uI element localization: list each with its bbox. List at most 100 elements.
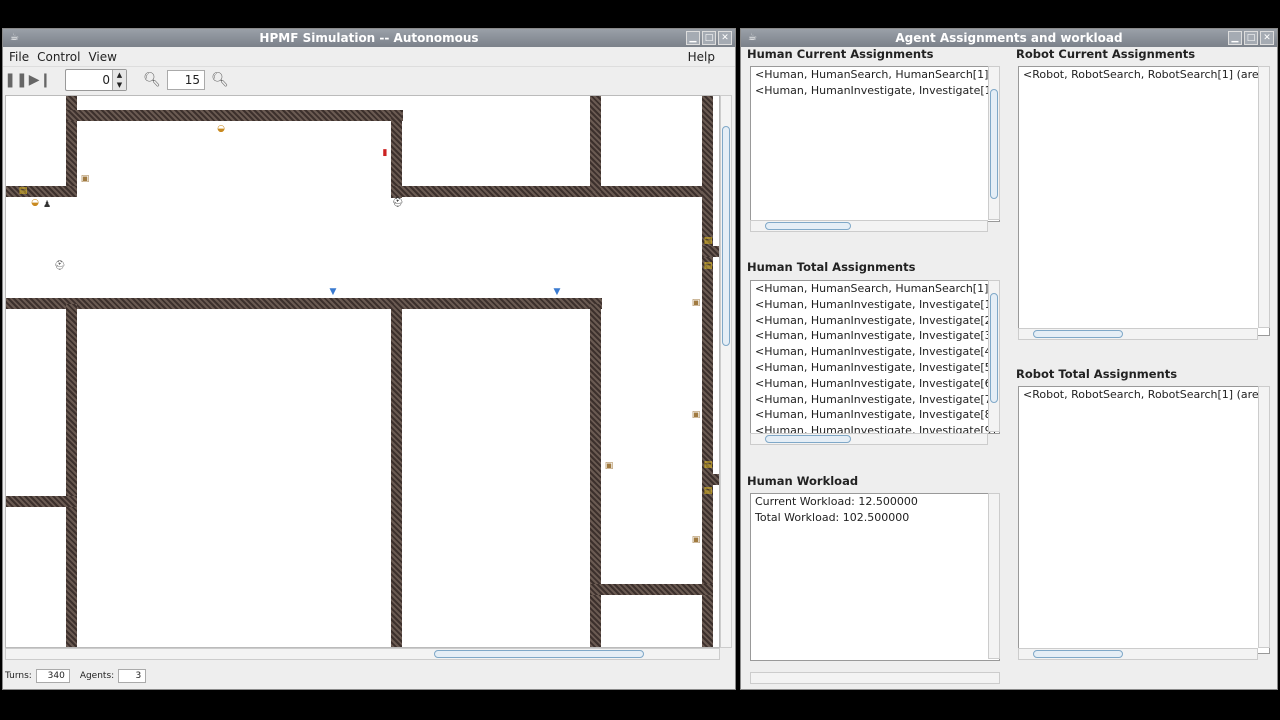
marker-icon[interactable]: ▤ [703, 460, 713, 470]
robot-agent-icon[interactable]: ⛑ [392, 198, 403, 208]
total-workload: Total Workload: 102.500000 [755, 510, 910, 524]
human-current-title: Human Current Assignments [747, 47, 934, 61]
map-vertical-scrollbar[interactable] [720, 95, 732, 648]
scroll-thumb[interactable] [765, 222, 851, 230]
toolbar: ❚❚ ▶❙ 0 ▲ ▼ 🔍︎ 15 🔍︎ [3, 67, 735, 93]
human-total-title: Human Total Assignments [747, 260, 916, 274]
robot-total-hscroll[interactable] [1018, 648, 1258, 660]
human-current-vscroll[interactable] [988, 66, 1000, 220]
list-item[interactable]: <Human, HumanInvestigate, Investigate[1]… [751, 297, 999, 313]
list-item[interactable]: <Human, HumanSearch, HumanSearch[1] (a [751, 281, 999, 297]
step-spinner-value[interactable]: 0 [70, 73, 110, 87]
wall [6, 298, 602, 309]
victim-icon[interactable]: ◒ [30, 198, 40, 208]
workload-hscroll[interactable] [750, 672, 1000, 684]
human-workload-panel: Current Workload: 12.500000 Total Worklo… [750, 493, 1000, 661]
simulation-titlebar[interactable]: ☕ HPMF Simulation -- Autonomous ▁ □ ✕ [3, 29, 735, 47]
zoom-in-icon[interactable]: 🔍︎ [211, 71, 229, 89]
status-bar: Turns: 340 Agents: 3 [5, 666, 147, 686]
menu-view[interactable]: View [88, 50, 116, 64]
spinner-arrows[interactable]: ▲ ▼ [112, 70, 126, 90]
java-app-icon: ☕ [10, 32, 19, 43]
crate-icon[interactable]: ▣ [691, 410, 701, 420]
list-item[interactable]: <Robot, RobotSearch, RobotSearch[1] (are… [1019, 67, 1269, 83]
step-spinner[interactable]: 0 ▲ ▼ [65, 69, 127, 91]
wall [6, 186, 77, 197]
marker-icon[interactable]: ▤ [18, 186, 28, 196]
door-icon[interactable]: ▼ [552, 287, 562, 297]
list-item[interactable]: <Human, HumanInvestigate, Investigate[5]… [751, 360, 999, 376]
minimize-button[interactable]: ▁ [1228, 31, 1242, 45]
minimize-button[interactable]: ▁ [686, 31, 700, 45]
menu-bar: File Control View Help [3, 47, 735, 67]
assignments-titlebar[interactable]: ☕ Agent Assignments and workload ▁ □ ✕ [741, 29, 1277, 47]
fire-icon[interactable]: ▮ [380, 148, 390, 158]
maximize-button[interactable]: □ [1244, 31, 1258, 45]
wall [702, 474, 719, 485]
list-item[interactable]: <Human, HumanInvestigate, Investigate[10… [751, 83, 999, 99]
robot-current-hscroll[interactable] [1018, 328, 1258, 340]
crate-icon[interactable]: ▣ [691, 535, 701, 545]
list-item[interactable]: <Robot, RobotSearch, RobotSearch[1] (are… [1019, 387, 1269, 403]
workload-vscroll[interactable] [988, 493, 1000, 659]
marker-icon[interactable]: ▤ [703, 236, 713, 246]
simulation-title: HPMF Simulation -- Autonomous [259, 31, 479, 45]
robot-total-vscroll[interactable] [1258, 386, 1270, 648]
robot-current-vscroll[interactable] [1258, 66, 1270, 328]
step-forward-icon[interactable]: ▶❙ [29, 71, 52, 89]
scroll-thumb[interactable] [722, 126, 730, 346]
java-app-icon: ☕ [748, 32, 757, 43]
wall [391, 186, 706, 197]
menu-file[interactable]: File [9, 50, 29, 64]
wall [590, 304, 601, 647]
menu-help[interactable]: Help [688, 50, 715, 64]
agents-value: 3 [118, 669, 147, 683]
marker-icon[interactable]: ▤ [703, 486, 713, 496]
crate-icon[interactable]: ▣ [691, 298, 701, 308]
agents-label: Agents: [79, 671, 115, 681]
wall [391, 304, 402, 647]
scroll-thumb[interactable] [1033, 330, 1123, 338]
list-item[interactable]: <Human, HumanSearch, HumanSearch[1] (a [751, 67, 999, 83]
wall [66, 110, 403, 121]
list-item[interactable]: <Human, HumanInvestigate, Investigate[3]… [751, 328, 999, 344]
marker-icon[interactable]: ▤ [703, 261, 713, 271]
simulation-map[interactable]: ◒ ▮ ▣ ▤ ◒ ♟ ⛑ ⛑ ▼ ▼ ▤ ▤ ▣ ▣ ▣ ▤ ▤ ▣ [5, 95, 720, 648]
list-item[interactable]: <Human, HumanInvestigate, Investigate[4]… [751, 344, 999, 360]
list-item[interactable]: <Human, HumanInvestigate, Investigate[8]… [751, 407, 999, 423]
victim-icon[interactable]: ◒ [216, 124, 226, 134]
human-total-list[interactable]: <Human, HumanSearch, HumanSearch[1] (a <… [750, 280, 1000, 434]
robot-current-list[interactable]: <Robot, RobotSearch, RobotSearch[1] (are… [1018, 66, 1270, 336]
scroll-thumb[interactable] [434, 650, 644, 658]
robot-total-list[interactable]: <Robot, RobotSearch, RobotSearch[1] (are… [1018, 386, 1270, 654]
human-total-hscroll[interactable] [750, 433, 988, 445]
turns-label: Turns: [5, 671, 32, 681]
map-horizontal-scrollbar[interactable] [5, 648, 720, 660]
close-button[interactable]: ✕ [718, 31, 732, 45]
scroll-thumb[interactable] [1033, 650, 1123, 658]
pause-icon[interactable]: ❚❚ [4, 71, 27, 89]
close-button[interactable]: ✕ [1260, 31, 1274, 45]
crate-icon[interactable]: ▣ [80, 174, 90, 184]
human-current-list[interactable]: <Human, HumanSearch, HumanSearch[1] (a <… [750, 66, 1000, 222]
human-current-hscroll[interactable] [750, 220, 988, 232]
zoom-out-icon[interactable]: 🔍︎ [143, 71, 161, 89]
wall [590, 96, 601, 192]
robot-agent-icon[interactable]: ⛑ [54, 261, 65, 271]
wall [590, 584, 713, 595]
human-total-vscroll[interactable] [988, 280, 1000, 432]
scroll-thumb[interactable] [990, 293, 998, 403]
human-agent-icon[interactable]: ♟ [42, 200, 52, 210]
scroll-thumb[interactable] [765, 435, 851, 443]
assignments-title: Agent Assignments and workload [895, 31, 1123, 45]
menu-control[interactable]: Control [37, 50, 80, 64]
crate-icon[interactable]: ▣ [604, 461, 614, 471]
human-workload-title: Human Workload [747, 474, 859, 488]
door-icon[interactable]: ▼ [328, 287, 338, 297]
zoom-field[interactable]: 15 [167, 70, 205, 90]
list-item[interactable]: <Human, HumanInvestigate, Investigate[2]… [751, 313, 999, 329]
maximize-button[interactable]: □ [702, 31, 716, 45]
list-item[interactable]: <Human, HumanInvestigate, Investigate[7]… [751, 392, 999, 408]
scroll-thumb[interactable] [990, 89, 998, 199]
list-item[interactable]: <Human, HumanInvestigate, Investigate[6]… [751, 376, 999, 392]
